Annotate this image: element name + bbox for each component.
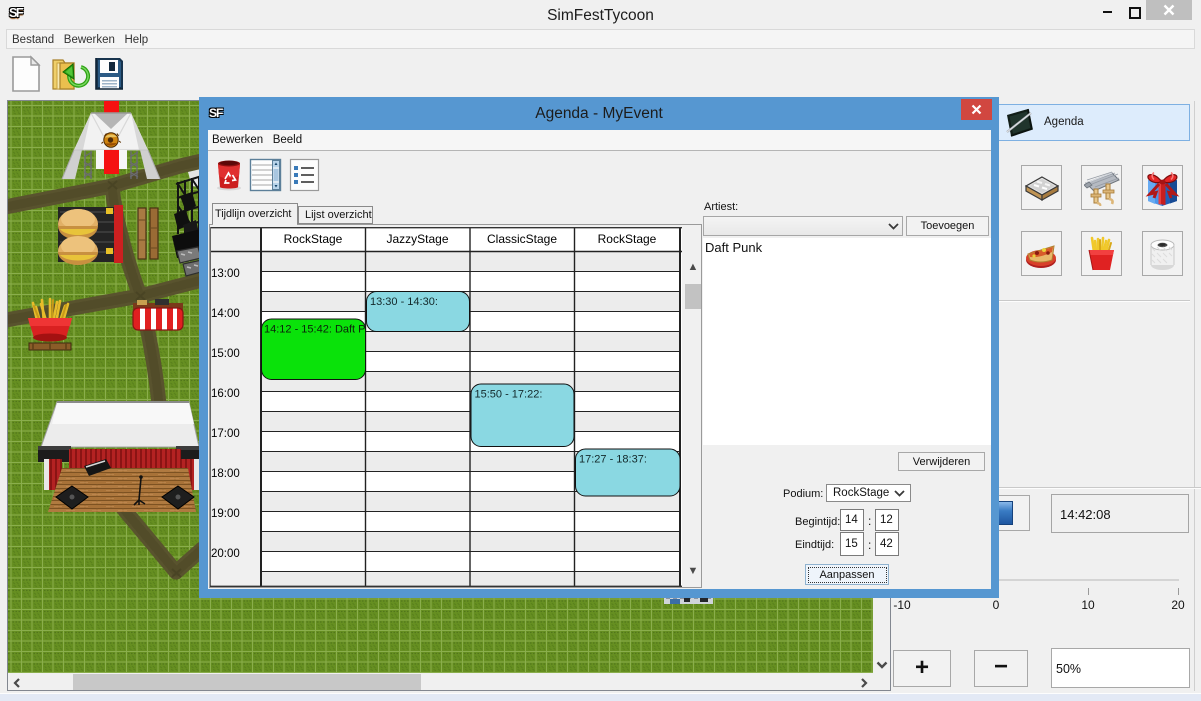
- svg-text:RockStage: RockStage: [598, 232, 657, 246]
- svg-text:17:27 - 18:37:: 17:27 - 18:37:: [579, 454, 647, 466]
- svg-text:14:00: 14:00: [211, 308, 240, 320]
- svg-text:14:12 - 15:42: Daft Pu: 14:12 - 15:42: Daft Pu: [264, 324, 372, 336]
- svg-text:ClassicStage: ClassicStage: [487, 232, 557, 246]
- svg-text:15:50 - 17:22:: 15:50 - 17:22:: [475, 389, 543, 401]
- svg-text:18:00: 18:00: [211, 468, 240, 480]
- svg-text:JazzyStage: JazzyStage: [386, 232, 448, 246]
- svg-text:RockStage: RockStage: [284, 232, 343, 246]
- svg-text:15:00: 15:00: [211, 348, 240, 360]
- svg-text:13:30 - 14:30:: 13:30 - 14:30:: [370, 296, 438, 308]
- svg-text:17:00: 17:00: [211, 428, 240, 440]
- svg-text:20:00: 20:00: [211, 548, 240, 560]
- svg-text:13:00: 13:00: [211, 268, 240, 280]
- svg-text:16:00: 16:00: [211, 388, 240, 400]
- svg-text:19:00: 19:00: [211, 508, 240, 520]
